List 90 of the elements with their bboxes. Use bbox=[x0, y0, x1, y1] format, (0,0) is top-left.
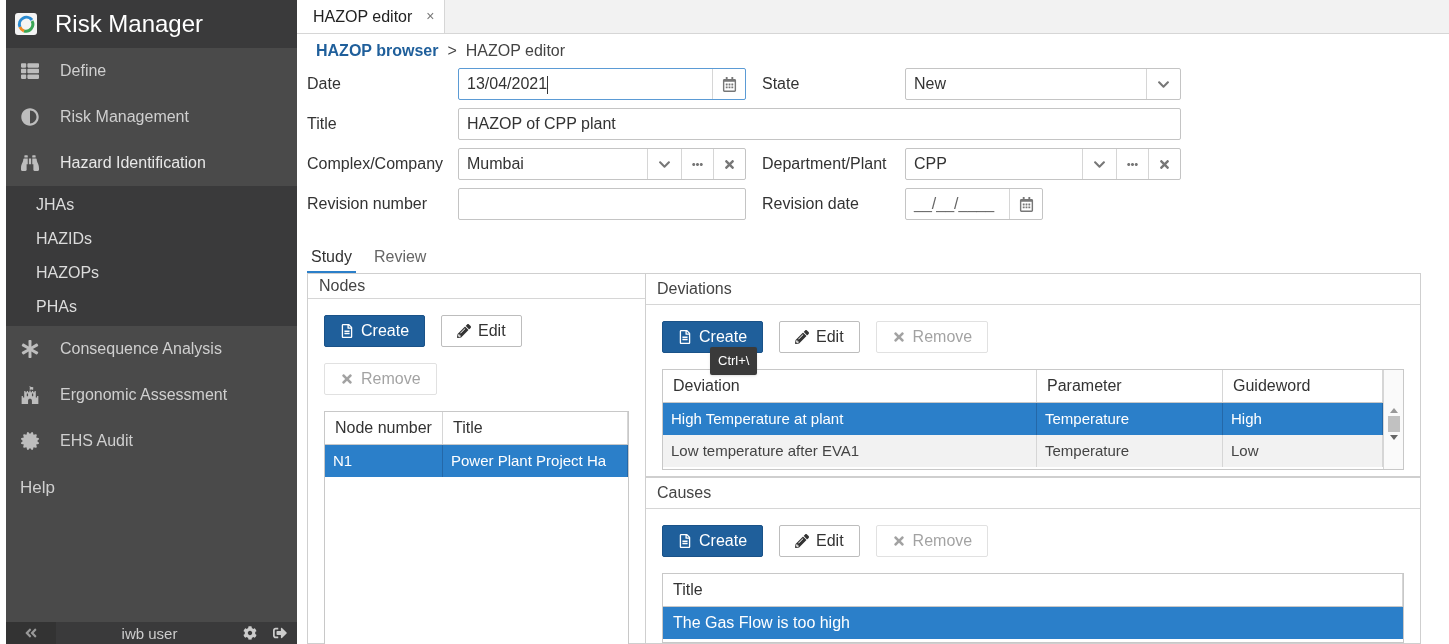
table-cell: Temperature bbox=[1037, 435, 1223, 467]
edit-button[interactable]: Edit bbox=[441, 315, 522, 347]
clear-icon[interactable] bbox=[1158, 157, 1171, 171]
table-cell: N1 bbox=[325, 445, 443, 477]
scrollbar[interactable] bbox=[1383, 370, 1403, 469]
nav-item[interactable]: Risk Management bbox=[6, 94, 297, 140]
help-link[interactable]: Help bbox=[6, 464, 297, 512]
table-row[interactable]: Low temperature after EVA1 Temperature Low bbox=[663, 435, 1383, 467]
breadcrumb-current: HAZOP editor bbox=[465, 41, 566, 61]
logout-icon[interactable] bbox=[273, 626, 287, 640]
table-cell: Low temperature after EVA1 bbox=[663, 435, 1037, 467]
tab-close-button[interactable]: × bbox=[426, 6, 435, 27]
nav-item[interactable]: Consequence Analysis bbox=[6, 326, 297, 372]
field-label: Revision number bbox=[307, 194, 429, 214]
nav-subitem[interactable]: HAZOPs bbox=[6, 256, 297, 290]
field-value: __/__/____ bbox=[912, 194, 996, 215]
collapse-icon[interactable] bbox=[24, 626, 38, 640]
tab-label: HAZOP editor bbox=[313, 6, 413, 27]
nav-icon bbox=[20, 108, 40, 126]
nav-item[interactable]: Hazard Identification bbox=[6, 140, 297, 186]
scroll-down-icon[interactable] bbox=[1389, 435, 1398, 440]
column-header[interactable]: Deviation bbox=[663, 370, 1037, 402]
app-title: Risk Manager bbox=[55, 9, 204, 39]
nav-item[interactable]: Ergonomic Assessment bbox=[6, 372, 297, 418]
edit-button[interactable]: Edit bbox=[779, 321, 860, 353]
section-tab[interactable]: Review bbox=[369, 242, 431, 273]
field-label: State bbox=[762, 74, 801, 94]
field-value: 13/04/2021 bbox=[466, 74, 550, 96]
field-value: New bbox=[913, 74, 947, 94]
field-label: Date bbox=[307, 74, 342, 94]
nav-icon bbox=[20, 62, 40, 80]
field-value: CPP bbox=[913, 154, 948, 174]
field-label: Department/Plant bbox=[762, 154, 888, 174]
panel-title: Deviations bbox=[646, 274, 1420, 305]
column-header[interactable]: Title bbox=[663, 574, 1403, 606]
field-label: Complex/Company bbox=[307, 154, 445, 174]
scroll-thumb[interactable] bbox=[1387, 416, 1400, 432]
nav-subitem[interactable]: JHAs bbox=[6, 188, 297, 222]
close-icon bbox=[340, 372, 354, 386]
input-field[interactable] bbox=[458, 188, 746, 220]
table-row[interactable]: N1 Power Plant Project Ha bbox=[325, 445, 628, 477]
close-icon bbox=[891, 534, 906, 548]
breadcrumb-link[interactable]: HAZOP browser bbox=[316, 39, 439, 63]
pencil-icon bbox=[795, 330, 810, 344]
dropdown-field[interactable]: New bbox=[905, 68, 1181, 100]
nav-icon bbox=[20, 432, 40, 450]
input-field[interactable]: CPP bbox=[905, 148, 1181, 180]
nav-subitem[interactable]: PHAs bbox=[6, 290, 297, 324]
input-field[interactable]: Mumbai bbox=[458, 148, 746, 180]
clear-icon[interactable] bbox=[723, 157, 736, 171]
calendar-icon[interactable] bbox=[721, 76, 737, 92]
pencil-icon bbox=[795, 534, 810, 548]
editor-tab[interactable]: HAZOP editor × bbox=[297, 0, 446, 33]
column-header[interactable]: Title bbox=[443, 412, 628, 444]
nav-item[interactable]: EHS Audit bbox=[6, 418, 297, 464]
calendar-icon[interactable] bbox=[1018, 196, 1034, 212]
panel-title: Nodes bbox=[308, 274, 645, 299]
create-button[interactable]: Create bbox=[662, 321, 764, 353]
nav-subitem[interactable]: HAZIDs bbox=[6, 222, 297, 256]
input-field[interactable]: 13/04/2021 bbox=[458, 68, 746, 100]
field-label: Title bbox=[307, 114, 338, 134]
column-header[interactable]: Node number bbox=[325, 412, 443, 444]
tooltip: Ctrl+\ bbox=[710, 347, 758, 375]
table-cell: Power Plant Project Ha bbox=[443, 445, 628, 477]
settings-icon[interactable] bbox=[243, 626, 257, 640]
document-icon bbox=[678, 330, 692, 344]
nav-icon bbox=[20, 154, 40, 172]
pencil-icon bbox=[457, 324, 472, 338]
nav-icon bbox=[20, 340, 40, 358]
scroll-up-icon[interactable] bbox=[1389, 408, 1398, 413]
close-icon bbox=[891, 330, 906, 344]
input-field[interactable]: __/__/____ bbox=[905, 188, 1043, 220]
nav-icon bbox=[20, 386, 40, 404]
create-button[interactable]: Create bbox=[324, 315, 426, 347]
field-value: Mumbai bbox=[466, 154, 525, 174]
edit-button[interactable]: Edit bbox=[779, 525, 860, 557]
panel-title: Causes bbox=[646, 478, 1420, 509]
input-field[interactable]: HAZOP of CPP plant bbox=[458, 108, 1181, 140]
nav-item[interactable]: Define bbox=[6, 48, 297, 94]
document-icon bbox=[678, 534, 692, 548]
table-row[interactable]: High Temperature at plant Temperature High bbox=[663, 403, 1383, 435]
field-label: Revision date bbox=[762, 194, 860, 214]
field-value: HAZOP of CPP plant bbox=[466, 114, 617, 134]
table-row[interactable]: The Gas Flow is too high bbox=[663, 607, 1403, 639]
create-button[interactable]: Create bbox=[662, 525, 764, 557]
user-name: iwb user bbox=[120, 625, 179, 641]
column-header[interactable]: Parameter bbox=[1037, 370, 1223, 402]
app-logo-icon bbox=[15, 13, 37, 35]
document-icon bbox=[340, 324, 354, 338]
breadcrumb-separator: > bbox=[447, 41, 457, 61]
